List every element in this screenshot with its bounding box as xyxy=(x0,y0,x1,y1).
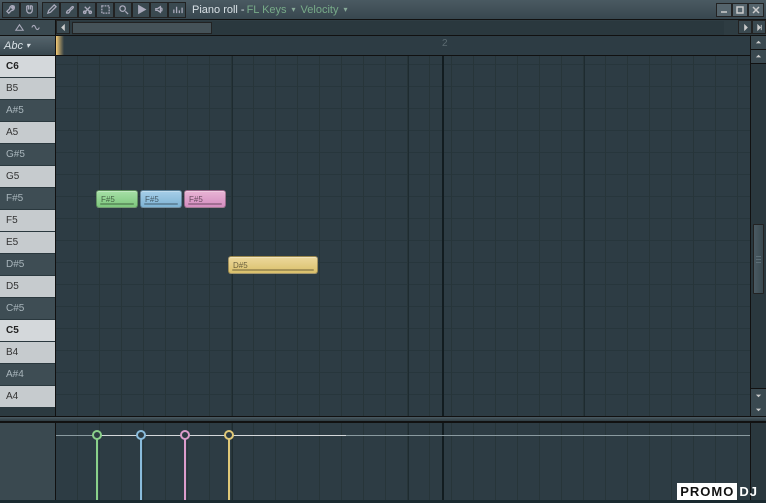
select-icon[interactable] xyxy=(96,2,114,18)
hscroll-left-arrow[interactable] xyxy=(56,20,70,34)
velocity-pin[interactable] xyxy=(140,423,142,500)
piano-key[interactable]: F#5 xyxy=(0,188,55,210)
piano-roll-main: Abc▾ C6B5A#5A5G#5G5F#5F5E5D#5D5C#5C5B4A#… xyxy=(0,36,766,416)
brush-icon[interactable] xyxy=(60,2,78,18)
chevron-down-icon: ▾ xyxy=(26,41,30,50)
zoom-icon[interactable] xyxy=(114,2,132,18)
timeline[interactable]: 2 xyxy=(56,36,750,56)
magnet-icon[interactable] xyxy=(20,2,38,18)
piano-key[interactable]: A4 xyxy=(0,386,55,408)
toolbar-icons xyxy=(0,2,186,18)
watermark: PROMODJ xyxy=(677,484,758,499)
piano-key[interactable]: E5 xyxy=(0,232,55,254)
velocity-gutter xyxy=(0,423,56,500)
piano-key[interactable]: G#5 xyxy=(0,144,55,166)
beat-divider xyxy=(232,56,233,416)
piano-key[interactable]: A#4 xyxy=(0,364,55,386)
note-label: F#5 xyxy=(101,195,115,204)
note-clip[interactable]: F#5 xyxy=(96,190,138,208)
piano-key[interactable]: G5 xyxy=(0,166,55,188)
note-label: F#5 xyxy=(145,195,159,204)
hscroll-end-arrow[interactable] xyxy=(752,20,766,34)
pencil-icon[interactable] xyxy=(42,2,60,18)
tool-mode-box[interactable] xyxy=(0,20,56,35)
beat-divider xyxy=(408,56,409,416)
note-label: F#5 xyxy=(189,195,203,204)
speaker-icon[interactable] xyxy=(150,2,168,18)
chevron-down-icon[interactable]: ▾ xyxy=(343,5,347,14)
title-prefix: Piano roll - xyxy=(192,4,245,16)
vscroll-up-arrow[interactable] xyxy=(751,36,766,50)
instrument-name[interactable]: FL Keys xyxy=(247,4,287,16)
toolbar-secondary xyxy=(0,20,766,36)
play-icon[interactable] xyxy=(132,2,150,18)
piano-keys: C6B5A#5A5G#5G5F#5F5E5D#5D5C#5C5B4A#4A4 xyxy=(0,56,55,416)
note-clip[interactable]: F#5 xyxy=(140,190,182,208)
piano-key[interactable]: C5 xyxy=(0,320,55,342)
piano-key[interactable]: B4 xyxy=(0,342,55,364)
window-buttons xyxy=(716,3,764,17)
velocity-pin[interactable] xyxy=(228,423,230,500)
piano-key[interactable]: F5 xyxy=(0,210,55,232)
vscroll-up2-arrow[interactable] xyxy=(751,50,766,64)
vscroll-down2-arrow[interactable] xyxy=(751,402,766,416)
maximize-button[interactable] xyxy=(732,3,748,17)
note-clip[interactable]: D#5 xyxy=(228,256,318,274)
piano-key[interactable]: B5 xyxy=(0,78,55,100)
playhead-marker xyxy=(56,36,64,55)
piano-key[interactable]: A5 xyxy=(0,122,55,144)
key-column: Abc▾ C6B5A#5A5G#5G5F#5F5E5D#5D5C#5C5B4A#… xyxy=(0,36,56,416)
note-clip[interactable]: F#5 xyxy=(184,190,226,208)
hscroll-track[interactable] xyxy=(72,21,724,35)
piano-key[interactable]: C6 xyxy=(0,56,55,78)
hscroll-right-arrow[interactable] xyxy=(738,20,752,34)
note-label: D#5 xyxy=(233,261,248,270)
title-bar: Piano roll - FL Keys ▾ Velocity ▾ xyxy=(0,0,766,20)
bar-number: 2 xyxy=(442,38,448,49)
velocity-pin[interactable] xyxy=(184,423,186,500)
close-button[interactable] xyxy=(748,3,764,17)
chevron-down-icon[interactable]: ▾ xyxy=(292,5,296,14)
piano-key[interactable]: D#5 xyxy=(0,254,55,276)
minimize-button[interactable] xyxy=(716,3,732,17)
velocity-pin[interactable] xyxy=(96,423,98,500)
piano-key[interactable]: C#5 xyxy=(0,298,55,320)
wrench-icon[interactable] xyxy=(2,2,20,18)
vertical-scrollbar xyxy=(750,36,766,416)
velocity-connect-line xyxy=(96,435,346,436)
window-title: Piano roll - FL Keys ▾ Velocity ▾ xyxy=(186,4,716,16)
piano-key[interactable]: A#5 xyxy=(0,100,55,122)
vscroll-thumb[interactable] xyxy=(753,224,764,294)
abc-box[interactable]: Abc▾ xyxy=(0,36,55,56)
grid-lines xyxy=(56,56,750,416)
param-name[interactable]: Velocity xyxy=(301,4,339,16)
piano-key[interactable]: D5 xyxy=(0,276,55,298)
beat-divider xyxy=(584,56,585,416)
velocity-panel xyxy=(0,422,766,500)
wave-icon xyxy=(29,22,43,34)
hscroll-thumb[interactable] xyxy=(72,22,212,34)
vscroll-down-arrow[interactable] xyxy=(751,388,766,402)
bar-divider xyxy=(442,56,444,416)
note-grid[interactable]: 2 F#5 F#5 F#5 D#5 xyxy=(56,36,750,416)
vscroll-track[interactable] xyxy=(751,64,766,388)
cut-icon[interactable] xyxy=(78,2,96,18)
triangle-icon xyxy=(12,22,26,34)
chart-icon[interactable] xyxy=(168,2,186,18)
velocity-grid[interactable] xyxy=(56,423,750,500)
